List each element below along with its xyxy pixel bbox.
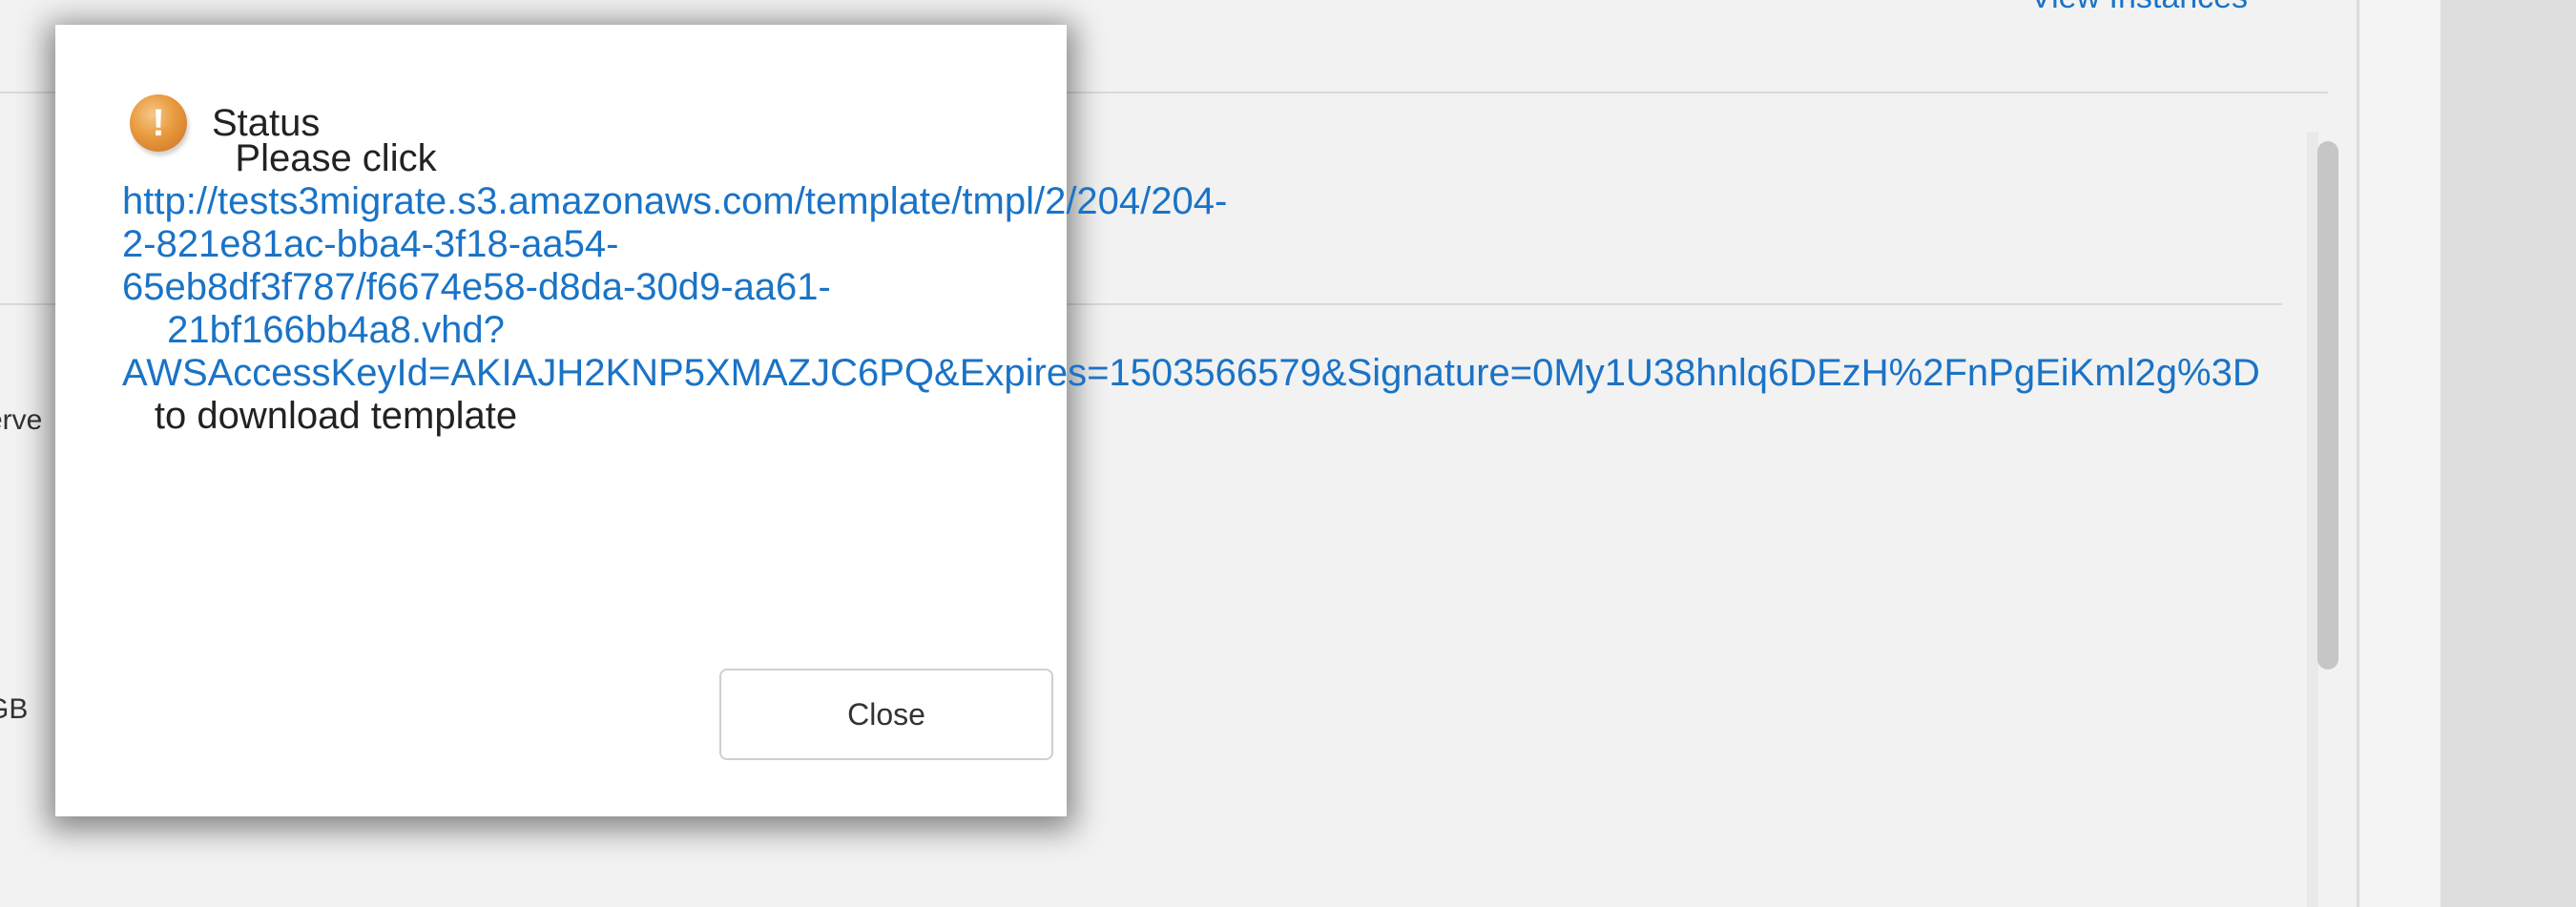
side-panel bbox=[2357, 0, 2443, 907]
url-line: 2-821e81ac-bba4-3f18-aa54- bbox=[122, 223, 619, 265]
background-label: erve bbox=[0, 404, 43, 436]
url-line: AWSAccessKeyId=AKIAJH2KNP5XMAZJC6PQ&Expi… bbox=[122, 352, 2260, 395]
url-line: 21bf166bb4a8.vhd? bbox=[167, 309, 505, 351]
status-dialog: ! Status Please click http://tests3migra… bbox=[55, 25, 2260, 816]
window-edge bbox=[2441, 0, 2576, 907]
background-label: GB bbox=[0, 693, 29, 725]
view-instances-link[interactable]: View Instances bbox=[2030, 0, 2248, 16]
url-line: http://tests3migrate.s3.amazonaws.com/te… bbox=[122, 180, 1228, 222]
dialog-message: Please click http://tests3migrate.s3.ama… bbox=[122, 137, 2260, 438]
message-suffix: to download template bbox=[154, 395, 518, 437]
download-link[interactable]: http://tests3migrate.s3.amazonaws.com/te… bbox=[122, 180, 2260, 395]
url-line: 65eb8df3f787/f6674e58-d8da-30d9-aa61- bbox=[122, 266, 831, 308]
close-button[interactable]: Close bbox=[719, 669, 1053, 760]
message-prefix: Please click bbox=[235, 137, 437, 179]
scrollbar[interactable] bbox=[2317, 141, 2338, 670]
